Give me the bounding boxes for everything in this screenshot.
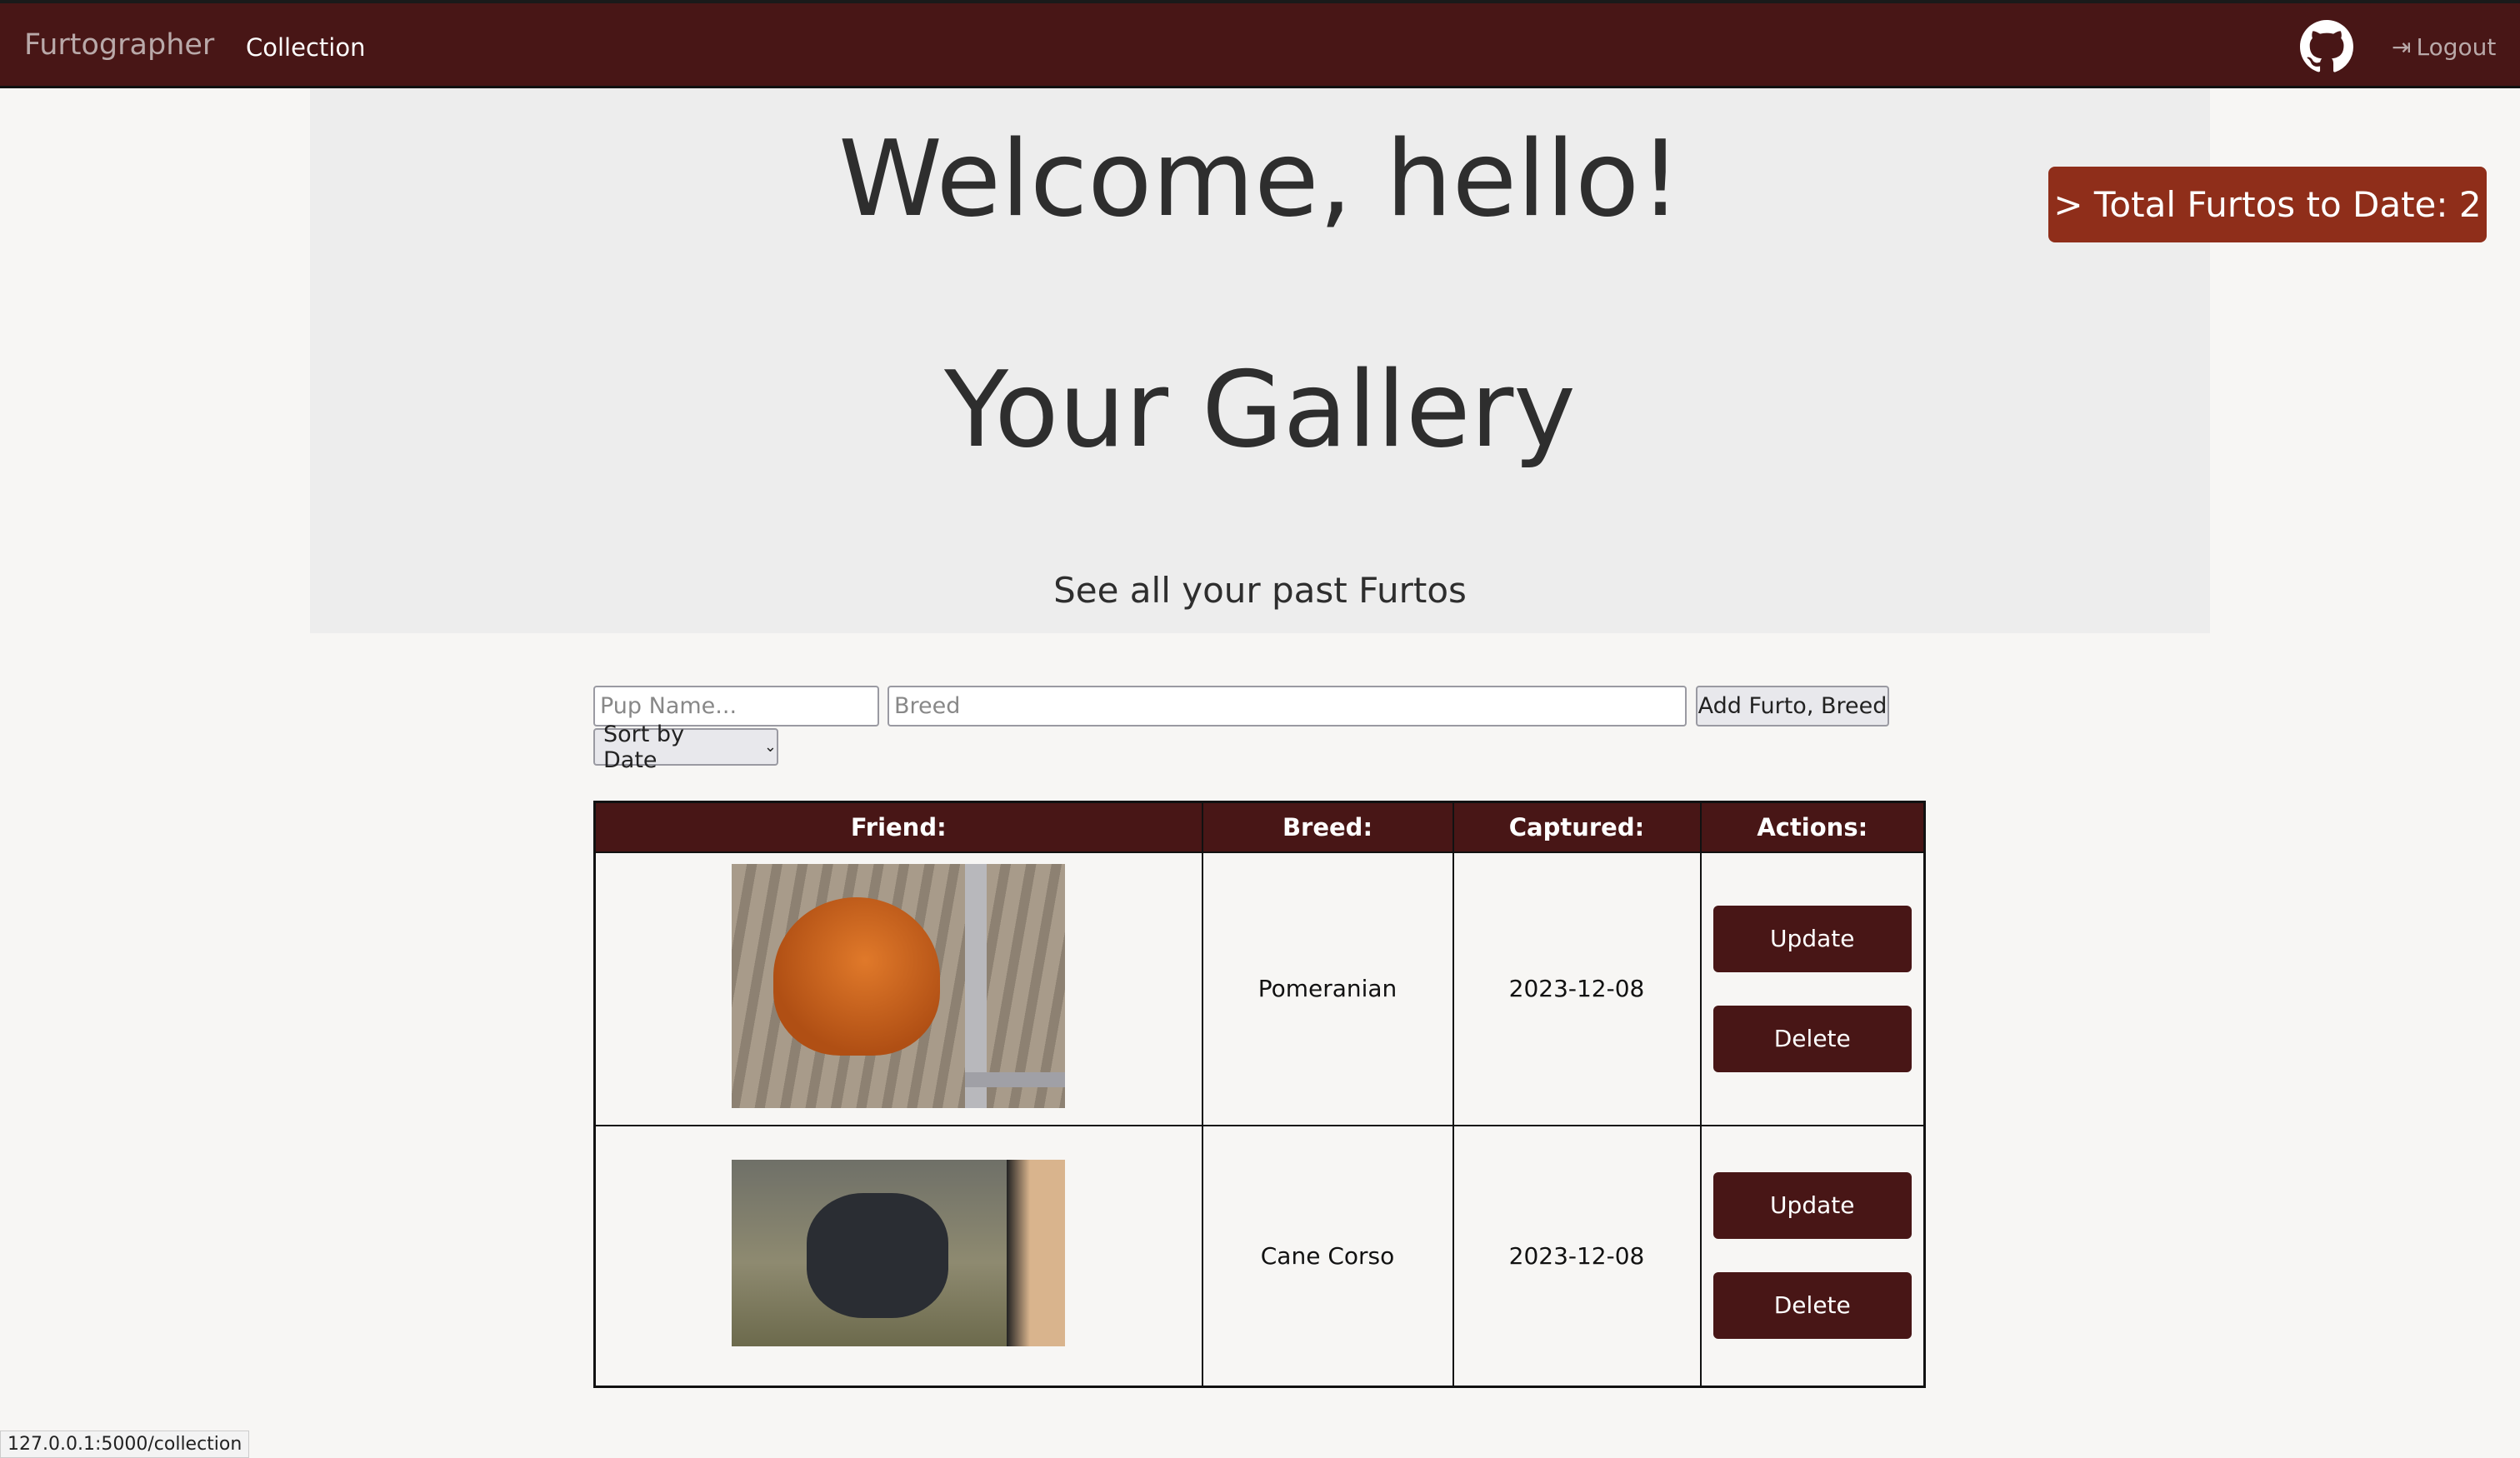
sort-selected-value: Sort by Date [603, 721, 685, 773]
logout-icon: ⇥ [2392, 33, 2412, 61]
navbar: Furtographer Collection ⇥ Logout [0, 0, 2520, 88]
breed-cell: Cane Corso [1201, 1124, 1454, 1388]
total-furtos-button[interactable]: > Total Furtos to Date: 2 [2048, 167, 2487, 242]
cane-corso-photo [732, 1159, 1066, 1346]
breed-cell: Pomeranian [1201, 851, 1454, 1126]
welcome-heading: Welcome, hello! [838, 117, 1682, 240]
header-captured: Captured: [1452, 801, 1702, 853]
delete-button[interactable]: Delete [1712, 1272, 1912, 1340]
header-friend: Friend: [593, 801, 1203, 853]
table-row: Cane Corso 2023-12-08 Update Delete [593, 1124, 1926, 1388]
breed-input[interactable] [888, 686, 1687, 727]
update-button[interactable]: Update [1712, 1172, 1912, 1240]
jumbotron: Welcome, hello! Your Gallery See all you… [310, 88, 2210, 633]
chevron-down-icon: ⌄ [763, 738, 777, 756]
logout-label: Logout [2416, 33, 2497, 61]
github-icon[interactable] [2300, 20, 2353, 73]
gallery-title: Your Gallery [944, 348, 1576, 471]
delete-button[interactable]: Delete [1712, 1005, 1912, 1072]
captured-cell: 2023-12-08 [1452, 1124, 1702, 1388]
header-actions: Actions: [1699, 801, 1926, 853]
table-row: Pomeranian 2023-12-08 Update Delete [593, 851, 1926, 1126]
pomeranian-photo [732, 863, 1066, 1108]
nav-collection-link[interactable]: Collection [246, 33, 365, 62]
brand-link[interactable]: Furtographer [24, 28, 214, 62]
sort-select[interactable]: Sort by Date ⌄ [593, 722, 778, 773]
gallery-subtitle: See all your past Furtos [1053, 570, 1467, 611]
add-furto-button[interactable]: Add Furto, Breed [1696, 686, 1889, 727]
update-button[interactable]: Update [1712, 905, 1912, 972]
logout-link[interactable]: ⇥ Logout [2392, 33, 2496, 61]
furto-table: Friend: Breed: Captured: Actions: Pomera… [593, 801, 1926, 1388]
table-header: Friend: Breed: Captured: Actions: [593, 801, 1926, 853]
captured-cell: 2023-12-08 [1452, 851, 1702, 1126]
header-breed: Breed: [1201, 801, 1454, 853]
status-bar-url: 127.0.0.1:5000/collection [0, 1431, 250, 1458]
